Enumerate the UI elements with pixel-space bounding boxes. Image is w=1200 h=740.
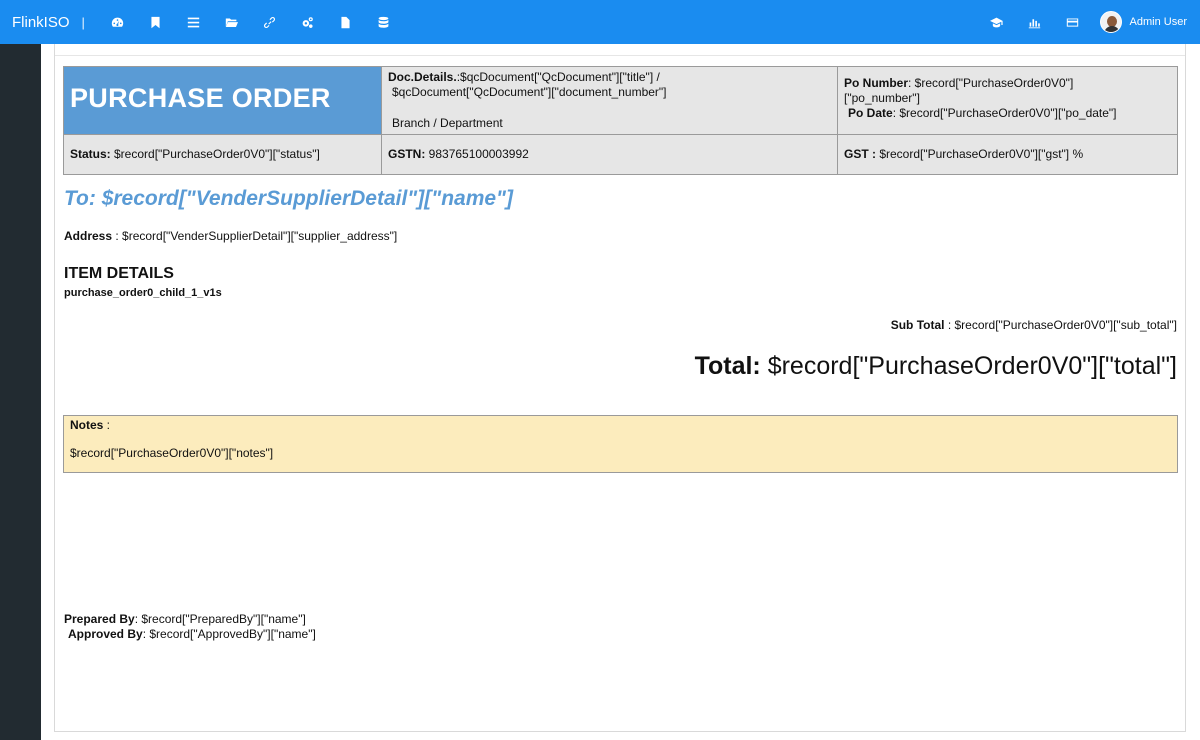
po-number-value-2: ["po_number"]: [844, 91, 920, 105]
link-icon[interactable]: [251, 0, 289, 44]
folder-icon[interactable]: [213, 0, 251, 44]
signatures: Prepared By: $record["PreparedBy"]["name…: [64, 612, 316, 642]
address-value: : $record["VenderSupplierDetail"]["suppl…: [112, 229, 398, 243]
po-number-cell: Po Number: $record["PurchaseOrder0V0"] […: [837, 66, 1178, 135]
dashboard-icon[interactable]: [99, 0, 137, 44]
right-nav: Admin User: [978, 0, 1200, 44]
total-value: $record["PurchaseOrder0V0"]["total"]: [760, 352, 1177, 380]
user-name: Admin User: [1129, 16, 1187, 28]
doc-details-value: :$qcDocument["QcDocument"]["title"] /: [456, 70, 660, 84]
gst-cell: GST : $record["PurchaseOrder0V0"]["gst"]…: [837, 134, 1178, 175]
brand-separator: |: [81, 14, 85, 30]
status-cell: Status: $record["PurchaseOrder0V0"]["sta…: [63, 134, 382, 175]
database-icon[interactable]: [365, 0, 403, 44]
file-icon[interactable]: [327, 0, 365, 44]
sidebar: [0, 44, 41, 740]
document-panel: PURCHASE ORDER Doc.Details.:$qcDocument[…: [54, 44, 1186, 732]
list-icon[interactable]: [175, 0, 213, 44]
status-value: $record["PurchaseOrder0V0"]["status"]: [110, 147, 320, 161]
sub-total-label: Sub Total: [890, 318, 945, 332]
address-label: Address: [64, 229, 113, 243]
notes-value: $record["PurchaseOrder0V0"]["notes"]: [70, 446, 274, 460]
panel-strip: [55, 44, 1185, 56]
sub-total-value: : $record["PurchaseOrder0V0"]["sub_total…: [944, 318, 1177, 332]
item-details-sub: purchase_order0_child_1_v1s: [64, 287, 222, 299]
address-line: Address : $record["VenderSupplierDetail"…: [64, 229, 397, 243]
notes-label: Notes: [70, 418, 104, 432]
brand-logo[interactable]: FlinkISO: [12, 14, 70, 31]
gst-label: GST :: [844, 147, 876, 161]
bookmark-icon[interactable]: [137, 0, 175, 44]
prepared-by-label: Prepared By: [64, 612, 135, 626]
approved-by-value: : $record["ApprovedBy"]["name"]: [142, 627, 316, 641]
nav-icons: [99, 0, 403, 44]
po-header-table: PURCHASE ORDER Doc.Details.:$qcDocument[…: [63, 66, 1178, 175]
total-line: Total: $record["PurchaseOrder0V0"]["tota…: [695, 352, 1177, 381]
avatar: [1099, 11, 1122, 33]
top-navbar: FlinkISO | Admin User: [0, 0, 1200, 44]
credit-card-icon[interactable]: [1054, 0, 1092, 44]
sub-total-line: Sub Total : $record["PurchaseOrder0V0"][…: [891, 318, 1177, 332]
gstn-cell: GSTN: 983765100003992: [381, 134, 838, 175]
po-date-value: : $record["PurchaseOrder0V0"]["po_date"]: [892, 106, 1117, 120]
po-title-cell: PURCHASE ORDER: [63, 66, 382, 135]
total-label: Total:: [694, 352, 761, 380]
gstn-label: GSTN:: [388, 147, 426, 161]
doc-details-cell: Doc.Details.:$qcDocument["QcDocument"]["…: [381, 66, 838, 135]
user-menu[interactable]: Admin User: [1099, 11, 1187, 33]
po-number-value: : $record["PurchaseOrder0V0"]: [908, 76, 1074, 90]
doc-number-value: $qcDocument["QcDocument"]["document_numb…: [392, 85, 667, 99]
doc-details-label: Doc.Details.: [388, 70, 457, 84]
branch-department: Branch / Department: [392, 116, 503, 130]
cogs-icon[interactable]: [289, 0, 327, 44]
status-label: Status:: [70, 147, 111, 161]
gstn-value: 983765100003992: [425, 147, 529, 161]
gst-value: $record["PurchaseOrder0V0"]["gst"] %: [876, 147, 1084, 161]
po-number-label: Po Number: [844, 76, 909, 90]
prepared-by-value: : $record["PreparedBy"]["name"]: [134, 612, 306, 626]
po-date-label: Po Date: [848, 106, 893, 120]
approved-by-label: Approved By: [68, 627, 143, 641]
item-details-heading: ITEM DETAILS: [64, 265, 174, 282]
to-supplier: To: $record["VenderSupplierDetail"]["nam…: [64, 187, 514, 210]
notes-colon: :: [103, 418, 111, 432]
notes-box: Notes : $record["PurchaseOrder0V0"]["not…: [63, 415, 1178, 473]
po-title: PURCHASE ORDER: [70, 82, 331, 113]
bar-chart-icon[interactable]: [1016, 0, 1054, 44]
graduation-cap-icon[interactable]: [978, 0, 1016, 44]
